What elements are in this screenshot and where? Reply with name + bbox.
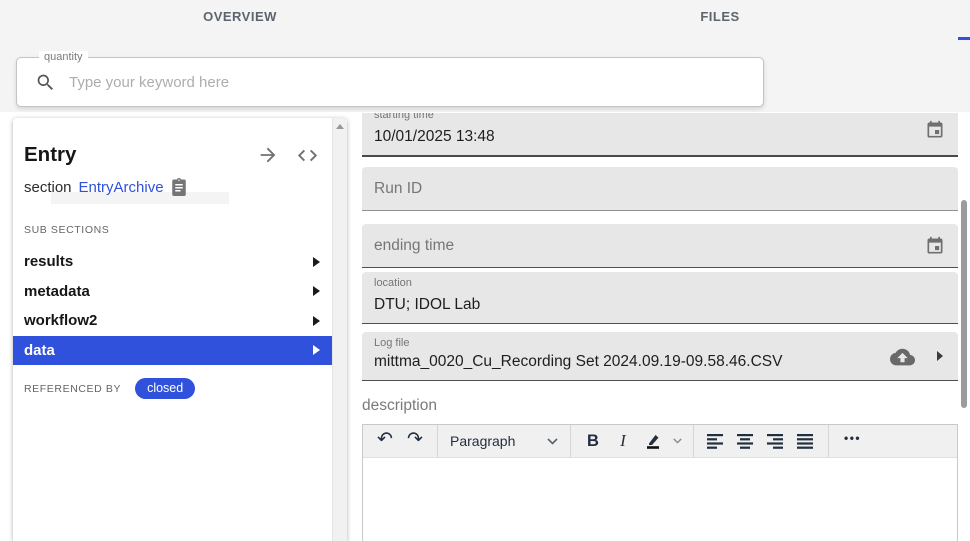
undo-button[interactable]: ↶ <box>370 425 400 457</box>
align-center-icon <box>737 433 755 449</box>
align-justify-icon <box>797 433 815 449</box>
bold-icon: B <box>587 431 599 450</box>
scroll-up-arrow-icon <box>336 124 344 129</box>
bold-button[interactable]: B <box>578 425 608 457</box>
starting-time-label: starting time <box>374 113 434 121</box>
entry-title: Entry <box>24 143 77 166</box>
location-label: location <box>374 277 412 289</box>
referenced-by-badge[interactable]: closed <box>135 378 196 399</box>
expand-arrow-icon <box>313 345 320 356</box>
subsection-label: results <box>24 253 74 271</box>
align-center-button[interactable] <box>731 425 761 457</box>
subsections-heading: SUB SECTIONS <box>24 224 110 236</box>
field-location[interactable]: location DTU; IDOL Lab <box>362 272 958 324</box>
section-row: section EntryArchive <box>13 167 332 197</box>
page-scrollbar-thumb[interactable] <box>961 200 967 408</box>
entry-data-form: starting time 10/01/2025 13:48 Run ID en… <box>362 113 958 541</box>
ending-time-calendar-button[interactable] <box>922 233 948 259</box>
upload-file-button[interactable] <box>887 344 918 369</box>
redo-button[interactable]: ↷ <box>400 425 430 457</box>
navigate-forward-button[interactable] <box>257 144 279 166</box>
highlight-pen-icon <box>644 432 662 450</box>
subsection-label: data <box>24 341 55 359</box>
more-group: ••• <box>829 425 876 457</box>
chevron-down-icon <box>547 437 558 445</box>
referenced-by-label: REFERENCED BY <box>24 382 122 395</box>
align-left-icon <box>707 433 725 449</box>
expand-arrow-icon <box>313 315 320 326</box>
block-format-group: Paragraph <box>438 425 571 457</box>
editor-toolbar: ↶ ↷ Paragraph B I ••• <box>363 425 957 458</box>
field-ending-time[interactable]: ending time <box>362 224 958 268</box>
alignment-group <box>694 425 829 457</box>
description-editor-area[interactable] <box>363 458 957 541</box>
italic-icon: I <box>620 431 626 450</box>
panel-scrollbar[interactable] <box>332 118 347 541</box>
starting-time-calendar-button[interactable] <box>922 117 948 143</box>
ending-time-label: ending time <box>374 236 455 254</box>
starting-time-value: 10/01/2025 13:48 <box>374 128 495 145</box>
subsection-item-data[interactable]: data <box>13 335 332 365</box>
undo-icon: ↶ <box>377 429 393 450</box>
run-id-label: Run ID <box>374 179 423 197</box>
italic-button[interactable]: I <box>608 425 638 457</box>
copy-section-button[interactable] <box>170 177 188 197</box>
nomad-entry-screen: OVERVIEW FILES quantity Entry <box>0 0 970 541</box>
section-label: section <box>24 178 72 196</box>
subsection-item-results[interactable]: results <box>13 247 332 277</box>
log-file-value: mittma_0020_Cu_Recording Set 2024.09.19-… <box>374 353 783 370</box>
text-color-button[interactable] <box>638 425 668 457</box>
history-group: ↶ ↷ <box>363 425 438 457</box>
view-source-button[interactable] <box>296 144 319 167</box>
description-rich-text-editor: ↶ ↷ Paragraph B I ••• <box>362 424 958 541</box>
field-run-id[interactable]: Run ID <box>362 167 958 211</box>
arrow-forward-icon <box>257 144 279 166</box>
entry-navigation-panel: Entry section EntryArchive SUB SECTIONS … <box>13 118 347 541</box>
text-format-group: B I <box>571 425 694 457</box>
subsection-list: results metadata workflow2 data <box>13 247 332 365</box>
chevron-down-icon <box>672 438 682 444</box>
tab-overview[interactable]: OVERVIEW <box>0 0 480 32</box>
calendar-icon <box>925 236 945 256</box>
referenced-by-row: REFERENCED BY closed <box>24 378 332 399</box>
align-right-button[interactable] <box>761 425 791 457</box>
subsection-item-metadata[interactable]: metadata <box>13 277 332 307</box>
text-color-dropdown[interactable] <box>668 425 686 457</box>
expand-log-file-button[interactable] <box>934 348 946 364</box>
calendar-icon <box>925 120 945 140</box>
redo-icon: ↷ <box>407 429 423 450</box>
search-icon <box>35 72 56 93</box>
align-justify-button[interactable] <box>791 425 821 457</box>
align-right-icon <box>767 433 785 449</box>
chevron-right-icon <box>937 351 943 361</box>
keyword-search-box: quantity <box>16 51 764 107</box>
top-band: OVERVIEW FILES quantity <box>0 0 970 112</box>
field-starting-time[interactable]: starting time 10/01/2025 13:48 <box>362 113 958 157</box>
cloud-upload-icon <box>890 347 915 366</box>
more-options-button[interactable]: ••• <box>836 425 869 457</box>
entry-header: Entry <box>13 118 332 167</box>
section-definition-link[interactable]: EntryArchive <box>79 179 164 196</box>
subsection-label: workflow2 <box>24 312 98 330</box>
log-file-label: Log file <box>374 337 410 349</box>
paragraph-style-dropdown[interactable]: Paragraph <box>445 425 563 457</box>
align-left-button[interactable] <box>701 425 731 457</box>
tab-files[interactable]: FILES <box>480 0 960 32</box>
code-icon <box>296 144 319 167</box>
search-box-label: quantity <box>39 51 88 63</box>
expand-arrow-icon <box>313 286 320 297</box>
clipboard-icon <box>170 177 188 197</box>
paragraph-style-value: Paragraph <box>450 433 516 449</box>
description-label: description <box>362 397 437 414</box>
active-tab-indicator <box>958 37 970 40</box>
subsection-label: metadata <box>24 282 90 300</box>
ellipsis-icon: ••• <box>844 431 862 445</box>
field-log-file[interactable]: Log file mittma_0020_Cu_Recording Set 20… <box>362 332 958 381</box>
subsection-item-workflow2[interactable]: workflow2 <box>13 306 332 336</box>
location-value: DTU; IDOL Lab <box>374 296 481 313</box>
expand-arrow-icon <box>313 256 320 267</box>
entry-navigation-content: Entry section EntryArchive SUB SECTIONS … <box>13 118 332 541</box>
search-input[interactable] <box>69 73 747 91</box>
tab-bar: OVERVIEW FILES <box>0 0 960 32</box>
